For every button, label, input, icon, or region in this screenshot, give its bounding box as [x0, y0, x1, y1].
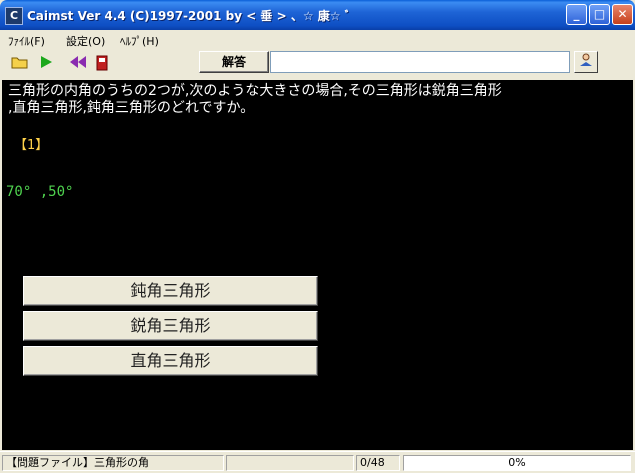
choice-obtuse-button[interactable]: 鈍角三角形 [23, 276, 318, 306]
menu-settings[interactable]: 設定(O) [66, 33, 105, 49]
status-progress: 0% [403, 455, 631, 471]
menu-help[interactable]: ﾍﾙﾌﾟ(H) [120, 33, 159, 49]
stop-icon[interactable] [92, 55, 112, 73]
rewind-icon[interactable] [68, 55, 88, 73]
choice-acute-button[interactable]: 鋭角三角形 [23, 311, 318, 341]
menu-file[interactable]: ﾌｧｲﾙ(F) [8, 33, 45, 49]
window-title: Caimst Ver 4.4 (C)1997-2001 by < 垂 > 、☆ … [27, 9, 351, 23]
answer-button[interactable]: 解答 [199, 51, 269, 73]
menu-bar: ﾌｧｲﾙ(F) 設定(O) ﾍﾙﾌﾟ(H) [0, 30, 635, 51]
question-number: 【1】 [14, 138, 49, 153]
app-icon: C [5, 7, 23, 25]
help-book-icon[interactable] [574, 51, 598, 73]
play-icon[interactable] [36, 55, 56, 73]
status-count: 0/48 [356, 455, 400, 471]
open-folder-icon[interactable] [10, 55, 30, 73]
question-text: 三角形の内角のうちの2つが,次のような大きさの場合,その三角形は鋭角三角形 ,直… [8, 83, 502, 116]
close-button[interactable]: ✕ [612, 4, 633, 25]
status-file: 【問題ファイル】三角形の角 [2, 455, 224, 471]
status-blank [226, 455, 354, 471]
minimize-button[interactable]: _ [566, 4, 587, 25]
app-window: C Caimst Ver 4.4 (C)1997-2001 by < 垂 > 、… [0, 0, 635, 473]
question-values: 70° ,50° [6, 184, 74, 200]
answer-input[interactable] [270, 51, 570, 73]
maximize-button[interactable]: □ [589, 4, 610, 25]
question-panel: 三角形の内角のうちの2つが,次のような大きさの場合,その三角形は鋭角三角形 ,直… [2, 80, 633, 450]
title-bar[interactable]: C Caimst Ver 4.4 (C)1997-2001 by < 垂 > 、… [0, 0, 635, 30]
choice-right-button[interactable]: 直角三角形 [23, 346, 318, 376]
status-bar: 【問題ファイル】三角形の角 0/48 0% [0, 451, 635, 473]
